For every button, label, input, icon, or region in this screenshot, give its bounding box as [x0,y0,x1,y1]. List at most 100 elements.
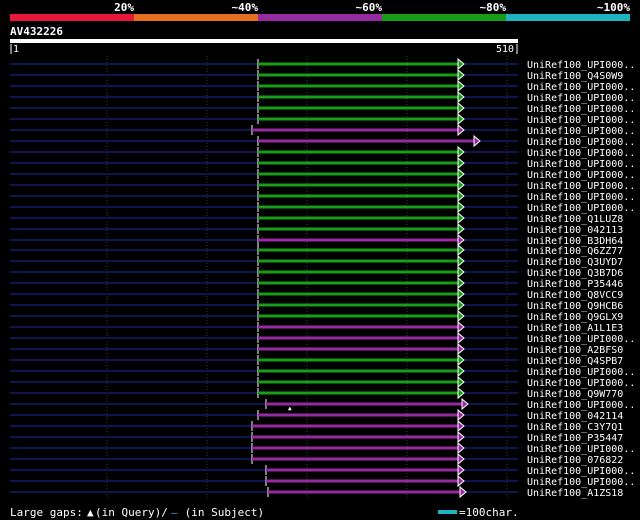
hit-label[interactable]: UniRef100_UPI000.. [527,203,635,214]
hit-bar[interactable] [258,336,458,340]
hit-label[interactable]: UniRef100_UPI000.. [527,170,635,181]
hit-label[interactable]: UniRef100_Q4SPB7 [527,356,623,367]
hit-row[interactable]: UniRef100_A2BFS0 [10,342,623,356]
hit-row[interactable]: UniRef100_UPI000.. [10,90,635,104]
hit-row[interactable]: UniRef100_Q3UYD7 [10,254,623,268]
hit-label[interactable]: UniRef100_Q1LUZ8 [527,214,623,225]
hit-row[interactable]: UniRef100_Q9W770 [10,386,623,400]
hit-label[interactable]: UniRef100_UPI000.. [527,159,635,170]
hit-label[interactable]: UniRef100_UPI000.. [527,334,635,345]
hit-label[interactable]: UniRef100_P35447 [527,433,623,444]
hit-label[interactable]: UniRef100_A1L1E3 [527,323,623,334]
hit-bar[interactable] [258,314,458,318]
hit-label[interactable]: UniRef100_UPI000.. [527,400,635,411]
hit-label[interactable]: UniRef100_UPI000.. [527,60,635,71]
hit-bar[interactable] [258,369,458,373]
hit-label[interactable]: UniRef100_UPI000.. [527,466,635,477]
hit-row[interactable]: UniRef100_UPI000.. [10,331,635,345]
hit-label[interactable]: UniRef100_UPI000.. [527,192,635,203]
hit-row[interactable]: UniRef100_UPI000.. [10,112,635,126]
hit-bar[interactable] [258,238,458,242]
hit-label[interactable]: UniRef100_UPI000.. [527,444,635,455]
hit-row[interactable]: UniRef100_042114 [10,408,623,422]
hit-bar[interactable] [258,259,458,263]
hit-label[interactable]: UniRef100_Q3B7D6 [527,268,623,279]
hit-bar[interactable] [258,358,458,362]
hit-row[interactable]: UniRef100_Q4S0W9 [10,68,623,82]
hit-row[interactable]: UniRef100_Q6ZZ77 [10,243,623,257]
hit-bar[interactable] [258,227,458,231]
hit-bar[interactable] [258,62,458,66]
hit-bar[interactable] [258,216,458,220]
hit-bar[interactable] [258,172,458,176]
hit-row[interactable]: UniRef100_Q4SPB7 [10,353,623,367]
hit-label[interactable]: UniRef100_076822 [527,455,623,466]
hit-bar[interactable] [252,457,458,461]
hit-bar[interactable] [252,446,458,450]
hit-bar[interactable] [252,424,458,428]
hit-label[interactable]: UniRef100_UPI000.. [527,148,635,159]
hit-bar[interactable] [258,325,458,329]
hit-bar[interactable] [258,292,458,296]
hit-label[interactable]: UniRef100_A1ZS18 [527,488,623,499]
hit-label[interactable]: UniRef100_Q9W770 [527,389,623,400]
hit-bar[interactable] [258,106,458,110]
hit-label[interactable]: UniRef100_Q9HCB6 [527,301,623,312]
hit-bar[interactable] [258,194,458,198]
hit-bar[interactable] [268,490,460,494]
hit-row[interactable]: UniRef100_UPI000.. [10,189,635,203]
hit-label[interactable]: UniRef100_Q6ZZ77 [527,246,623,257]
hit-row[interactable]: UniRef100_Q9GLX9 [10,309,623,323]
hit-label[interactable]: UniRef100_Q4S0W9 [527,71,623,82]
hit-bar[interactable] [258,391,458,395]
hit-bar[interactable] [258,303,458,307]
hit-row[interactable]: UniRef100_A1ZS18 [10,485,623,499]
hit-bar[interactable] [258,95,458,99]
hit-row[interactable]: UniRef100_P35447 [10,430,623,444]
hit-label[interactable]: UniRef100_UPI000.. [527,93,635,104]
hit-bar[interactable] [258,117,458,121]
hit-bar[interactable] [258,248,458,252]
hit-row[interactable]: UniRef100_P35446 [10,276,623,290]
hit-bar[interactable] [258,270,458,274]
hit-row[interactable]: UniRef100_Q3B7D6 [10,265,623,279]
hit-row[interactable]: UniRef100_UPI000.. [10,156,635,170]
hit-label[interactable]: UniRef100_C3Y7Q1 [527,422,623,433]
hit-bar[interactable] [258,347,458,351]
hit-label[interactable]: UniRef100_UPI000.. [527,126,635,137]
hit-row[interactable]: UniRef100_UPI000.. [10,178,635,192]
hit-row[interactable]: UniRef100_042113 [10,222,623,236]
hit-label[interactable]: UniRef100_UPI000.. [527,104,635,115]
hit-bar[interactable] [258,205,458,209]
hit-row[interactable]: UniRef100_UPI000.. [10,79,635,93]
hit-row[interactable]: UniRef100_UPI000.. [10,167,635,181]
hit-row[interactable]: UniRef100_UPI000.. [10,101,635,115]
hit-label[interactable]: UniRef100_UPI000.. [527,378,635,389]
hit-row[interactable]: UniRef100_Q1LUZ8 [10,211,623,225]
hit-row[interactable]: UniRef100_A1L1E3 [10,320,623,334]
hit-label[interactable]: UniRef100_UPI000.. [527,181,635,192]
hit-row[interactable]: UniRef100_UPI000.. [10,123,635,137]
hit-row[interactable]: UniRef100_UPI000.. [10,441,635,455]
hit-row[interactable]: UniRef100_Q9HCB6 [10,298,623,312]
hit-row[interactable]: UniRef100_UPI000.. [10,474,635,488]
hit-bar[interactable] [258,183,458,187]
hit-bar[interactable] [258,150,458,154]
hit-label[interactable]: UniRef100_UPI000.. [527,82,635,93]
hit-label[interactable]: UniRef100_UPI000.. [527,367,635,378]
hit-bar[interactable] [266,468,458,472]
hit-row[interactable]: UniRef100_UPI000.. [10,57,635,71]
hit-bar[interactable] [258,281,458,285]
hit-label[interactable]: UniRef100_UPI000.. [527,477,635,488]
hit-row[interactable]: UniRef100_UPI000.. [10,397,635,411]
hit-label[interactable]: UniRef100_P35446 [527,279,623,290]
hit-label[interactable]: UniRef100_UPI000.. [527,137,635,148]
hit-bar[interactable] [258,84,458,88]
hit-row[interactable]: UniRef100_UPI000.. [10,463,635,477]
hit-row[interactable]: UniRef100_Q8VCC9 [10,287,623,301]
hit-row[interactable]: UniRef100_076822 [10,452,623,466]
hit-label[interactable]: UniRef100_042114 [527,411,623,422]
hit-bar[interactable] [258,139,474,143]
hit-label[interactable]: UniRef100_Q8VCC9 [527,290,623,301]
hit-label[interactable]: UniRef100_042113 [527,225,623,236]
